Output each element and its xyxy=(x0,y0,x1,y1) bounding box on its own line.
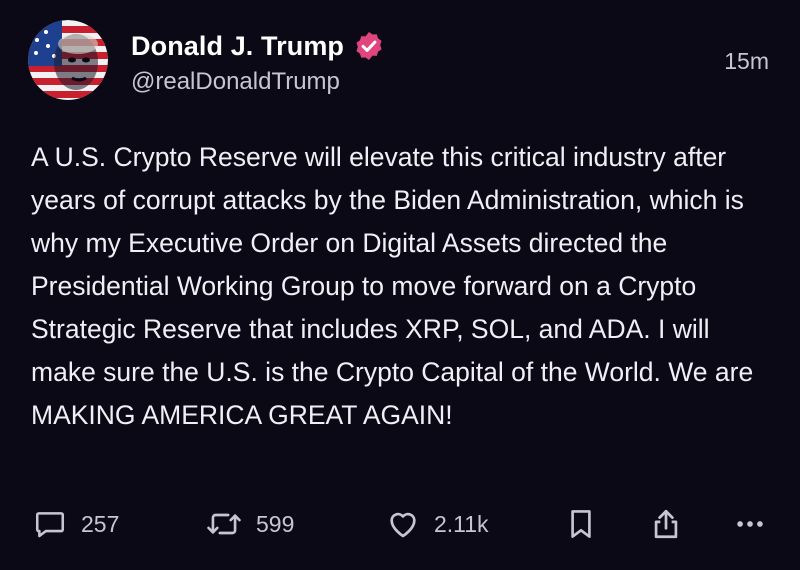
reply-button[interactable]: 257 xyxy=(33,502,119,546)
repost-arrows-icon xyxy=(206,507,242,541)
author-avatar[interactable] xyxy=(28,20,108,100)
bookmark-icon xyxy=(567,507,595,541)
like-count: 2.11k xyxy=(434,510,489,537)
post-body: A U.S. Crypto Reserve will elevate this … xyxy=(31,142,754,430)
share-icon xyxy=(650,507,682,541)
post-timestamp[interactable]: 15m xyxy=(724,48,769,75)
author-display-name[interactable]: Donald J. Trump xyxy=(131,31,344,62)
heart-icon xyxy=(386,507,420,541)
ellipsis-icon xyxy=(733,507,767,541)
author-name-row: Donald J. Trump xyxy=(131,27,385,65)
like-button[interactable]: 2.11k xyxy=(386,502,489,546)
verified-badge-icon xyxy=(353,30,385,62)
speech-bubble-icon xyxy=(33,507,67,541)
bookmark-button[interactable] xyxy=(567,502,595,546)
more-options-button[interactable] xyxy=(733,502,767,546)
avatar-image xyxy=(28,20,108,100)
author-handle[interactable]: @realDonaldTrump xyxy=(131,68,340,96)
repost-button[interactable]: 599 xyxy=(206,502,294,546)
post-card: Donald J. Trump @realDonaldTrump 15m A U… xyxy=(0,0,800,570)
repost-count: 599 xyxy=(256,510,295,537)
action-bar: 257 599 2.11k xyxy=(0,502,800,546)
reply-count: 257 xyxy=(81,510,120,537)
share-button[interactable] xyxy=(650,502,682,546)
